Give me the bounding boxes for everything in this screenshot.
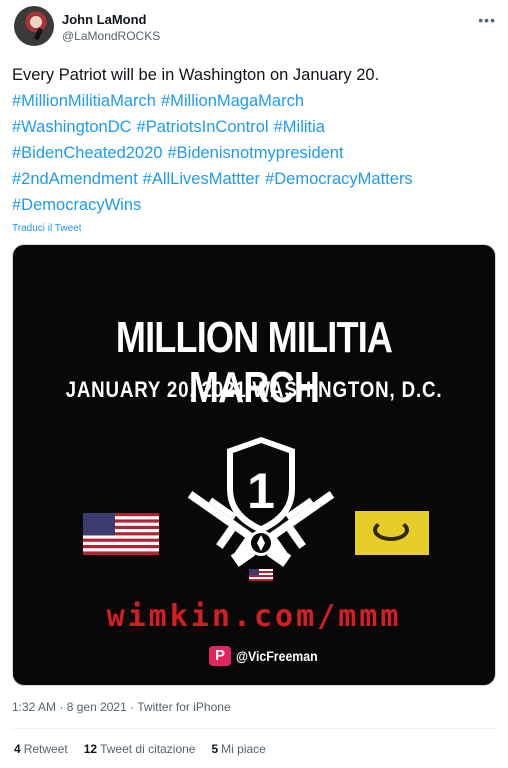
tweet-header: John LaMond @LaMondROCKS •••: [14, 6, 500, 50]
microphone-icon: [33, 27, 44, 41]
tweet-stats: 4 Retweet 12 Tweet di citazione 5 Mi piace: [14, 742, 266, 756]
divider: [12, 728, 496, 729]
tweet-date[interactable]: 8 gen 2021: [67, 700, 127, 714]
us-flag-icon: [83, 513, 159, 555]
quote-tweet-count[interactable]: 12 Tweet di citazione: [84, 742, 196, 756]
poster-subtitle: JANUARY 20, 2021 WASHINGTON, D.C.: [65, 377, 443, 402]
emblem-number: 1: [247, 463, 275, 519]
hashtag-link[interactable]: #2ndAmendment: [12, 170, 138, 188]
hashtag-line: #MillionMilitiaMarch #MillionMagaMarch: [12, 88, 498, 114]
hashtag-link[interactable]: #DemocracyMatters: [265, 170, 413, 188]
tweet-source-link[interactable]: Twitter for iPhone: [137, 700, 230, 714]
hashtag-link[interactable]: #Bidenisnotmypresident: [167, 144, 343, 162]
tweet-text-line: Every Patriot will be in Washington on J…: [12, 66, 380, 84]
hashtag-link[interactable]: #BidenCheated2020: [12, 144, 162, 162]
translate-tweet-link[interactable]: Traduci il Tweet: [12, 223, 81, 234]
meta-separator: ·: [59, 700, 64, 714]
meta-separator: ·: [130, 700, 135, 714]
like-count[interactable]: 5 Mi piace: [211, 742, 265, 756]
hashtag-link[interactable]: #DemocracyWins: [12, 196, 141, 214]
author-handle[interactable]: @LaMondROCKS: [62, 29, 160, 43]
snake-icon: [373, 519, 409, 541]
tweet-media-image[interactable]: MILLION MILITIA MARCH JANUARY 20, 2021 W…: [12, 244, 496, 686]
hashtag-line: #WashingtonDC #PatriotsInControl #Militia: [12, 114, 498, 140]
poster-url: wimkin.com/mmm: [106, 599, 402, 634]
hashtag-link[interactable]: #MillionMilitiaMarch: [12, 92, 156, 110]
hashtag-line: #DemocracyWins: [12, 192, 498, 218]
hashtag-link[interactable]: #AllLivesMattter: [143, 170, 260, 188]
gadsden-flag-icon: [355, 511, 429, 555]
author-name[interactable]: John LaMond: [62, 12, 147, 27]
more-horizontal-icon[interactable]: •••: [478, 12, 496, 28]
tweet-time[interactable]: 1:32 AM: [12, 700, 56, 714]
retweet-count[interactable]: 4 Retweet: [14, 742, 68, 756]
hashtag-link[interactable]: #WashingtonDC: [12, 118, 132, 136]
tweet-timestamp: 1:32 AM · 8 gen 2021 · Twitter for iPhon…: [12, 700, 231, 714]
hashtag-link[interactable]: #Militia: [274, 118, 325, 136]
poster-handle-text: @VicFreeman: [236, 648, 318, 664]
hashtag-link[interactable]: #MillionMagaMarch: [161, 92, 304, 110]
tweet-text: Every Patriot will be in Washington on J…: [12, 62, 498, 218]
hashtag-line: #BidenCheated2020 #Bidenisnotmypresident: [12, 140, 498, 166]
militia-emblem-icon: 1 TM: [187, 437, 335, 581]
avatar[interactable]: [14, 6, 54, 46]
hashtag-line: #2ndAmendment #AllLivesMattter #DemocracyM…: [12, 166, 498, 192]
poster-handle: P @VicFreeman: [209, 645, 329, 667]
parler-icon: P: [209, 646, 231, 666]
hashtag-link[interactable]: #PatriotsInControl: [137, 118, 269, 136]
